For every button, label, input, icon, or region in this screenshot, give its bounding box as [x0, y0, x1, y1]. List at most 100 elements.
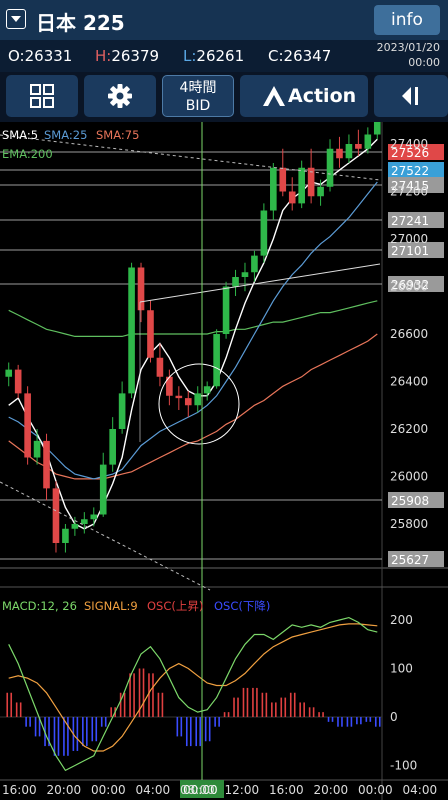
candle	[24, 393, 31, 458]
price-axis-label: 26400	[390, 375, 428, 389]
price-axis-label: 25800	[390, 517, 428, 531]
price-axis-label: 26200	[390, 422, 428, 436]
candle	[175, 395, 183, 399]
bar-time: 00:00	[408, 56, 440, 69]
price-axis-label: 27200	[390, 185, 428, 199]
candle	[336, 148, 343, 159]
price-axis-label: 26600	[390, 327, 428, 341]
legend-osc-up: OSC(上昇)	[147, 599, 203, 613]
candle	[326, 148, 334, 187]
price-type-label: BID	[185, 98, 211, 114]
candle	[99, 464, 107, 515]
candle	[194, 393, 202, 406]
candle	[62, 528, 69, 543]
candle	[232, 277, 239, 287]
symbol-name[interactable]: 日本 225	[36, 7, 125, 36]
timeframe-button[interactable]: 4時間 BID	[162, 75, 234, 117]
price-axis-label: 27400	[390, 137, 428, 151]
info-button[interactable]: info	[374, 5, 440, 35]
price-tag-label: 25908	[391, 494, 429, 508]
candle	[81, 519, 88, 524]
legend-sma5: SMA:5	[2, 128, 38, 142]
candle	[373, 122, 381, 135]
candle	[43, 440, 50, 489]
low-readout: L:26261	[183, 47, 245, 65]
sma25-line	[8, 181, 378, 480]
time-axis-label: 20:00	[47, 783, 82, 797]
candle	[241, 272, 249, 277]
price-axis-label: 27000	[390, 232, 428, 246]
chart-toolbar: 4時間 BID Action	[0, 72, 448, 122]
collapse-left-icon	[402, 87, 418, 105]
legend-macd: MACD:12, 26	[2, 599, 77, 613]
action-label: Action	[288, 85, 357, 107]
candle	[90, 514, 98, 520]
candle	[14, 369, 22, 394]
close-readout: C:26347	[268, 47, 332, 65]
open-readout: O:26331	[8, 47, 73, 65]
candle	[147, 310, 154, 358]
price-axis-label: 26800	[390, 280, 428, 294]
macd-axis-label: 200	[390, 613, 413, 627]
price-chart[interactable]: 00:00 2752627522274152724127101269322590…	[0, 122, 448, 800]
candle	[213, 334, 220, 387]
bar-date: 2023/01/20	[376, 41, 440, 54]
bar-datetime: 2023/01/20 00:00	[377, 40, 440, 70]
candle	[288, 191, 296, 204]
candle	[345, 144, 353, 159]
time-axis-label: 08:00	[180, 783, 215, 797]
macd-axis-label: 0	[390, 710, 398, 724]
ohlc-bar: O:26331 H:26379 L:26261 C:26347 2023/01/…	[0, 40, 448, 72]
candle	[5, 369, 13, 377]
legend-sma75: SMA:75	[96, 128, 139, 142]
candle	[109, 429, 116, 465]
candle	[71, 524, 79, 529]
ema200-line	[8, 300, 378, 337]
candle	[364, 134, 372, 149]
candle	[156, 357, 164, 377]
gear-icon	[108, 84, 132, 108]
settings-button[interactable]	[84, 75, 156, 117]
layout-button[interactable]	[6, 75, 78, 117]
candle	[317, 186, 324, 197]
legend-ema200: EMA:200	[2, 147, 53, 161]
price-tag-label: 27241	[391, 214, 429, 228]
collapse-panel-button[interactable]	[374, 75, 448, 117]
price-tag-label: 27101	[391, 244, 429, 258]
candle	[128, 267, 135, 394]
candle	[355, 144, 362, 149]
macd-axis-label: 100	[390, 662, 413, 676]
price-axis-label: 26000	[390, 470, 428, 484]
time-axis-label: 00:00	[91, 783, 126, 797]
time-axis-label: 04:00	[136, 783, 171, 797]
time-axis-label: 16:00	[269, 783, 304, 797]
candle	[184, 398, 192, 406]
candle	[137, 267, 145, 311]
legend-osc-down: OSC(下降)	[214, 599, 270, 613]
symbol-dropdown-icon[interactable]	[6, 9, 26, 29]
candle	[222, 286, 230, 334]
candle	[203, 386, 211, 394]
grid-icon	[30, 84, 54, 108]
header-bar: 日本 225 info	[0, 0, 448, 40]
candle	[118, 393, 126, 429]
time-axis-label: 04:00	[403, 783, 438, 797]
candle	[33, 440, 41, 458]
candle	[251, 255, 258, 273]
time-axis-label: 12:00	[225, 783, 260, 797]
sma75-line	[8, 333, 378, 480]
action-button[interactable]: Action	[240, 75, 368, 117]
high-readout: H:26379	[95, 47, 160, 65]
candle	[270, 167, 277, 211]
legend-sma25: SMA:25	[44, 128, 87, 142]
timeframe-label: 4時間	[179, 80, 217, 96]
legend-signal: SIGNAL:9	[84, 599, 138, 613]
time-axis-label: 00:00	[358, 783, 393, 797]
time-axis-label: 16:00	[2, 783, 37, 797]
candle	[298, 167, 305, 204]
candle	[52, 488, 60, 543]
price-tag-label: 25627	[391, 553, 429, 567]
candle	[279, 167, 287, 192]
candle	[260, 210, 268, 256]
price-tag-label: 27522	[391, 164, 429, 178]
